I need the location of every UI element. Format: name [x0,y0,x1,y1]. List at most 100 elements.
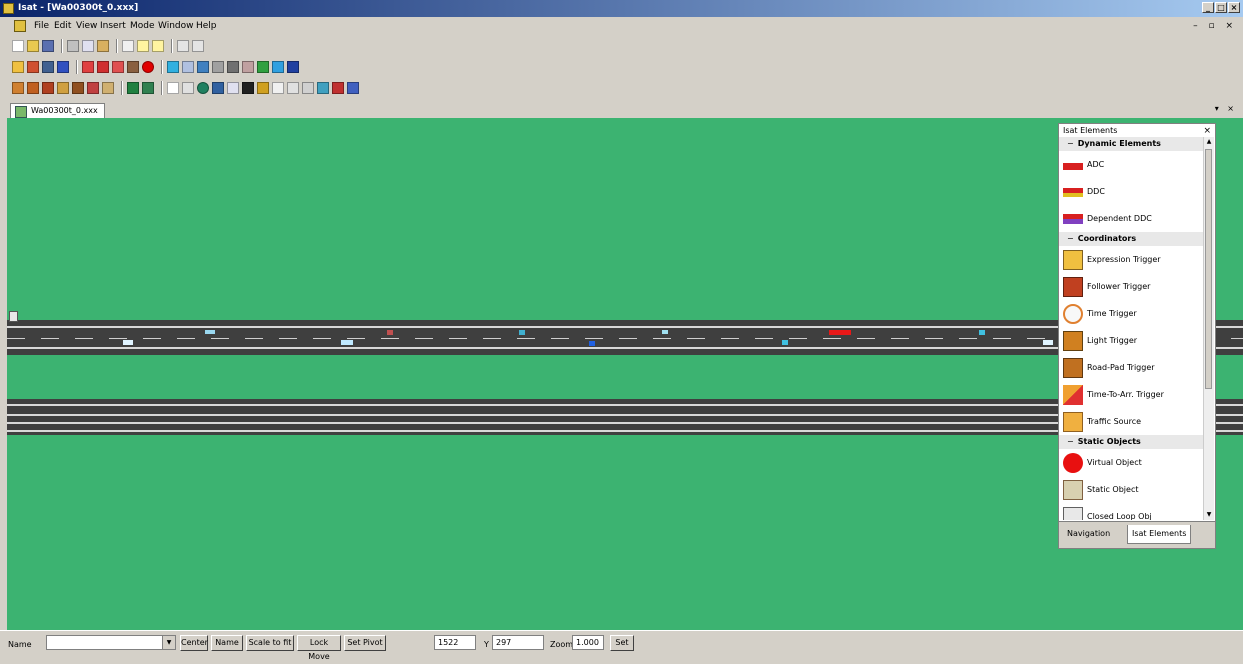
check-icon[interactable] [332,82,344,94]
vehicle[interactable] [387,330,393,335]
panel-close-button[interactable]: × [1203,126,1211,136]
road-marker[interactable] [9,311,18,322]
section-static-objects[interactable]: − Static Objects [1059,435,1205,449]
redo-icon[interactable] [192,40,204,52]
triangle-icon[interactable] [272,82,284,94]
vehicle[interactable] [662,330,668,334]
element-virtual-object[interactable]: Virtual Object [1059,449,1205,476]
help-icon[interactable] [137,40,149,52]
vehicle[interactable] [782,340,788,345]
chart-icon[interactable] [257,61,269,73]
menu-edit[interactable]: Edit [54,18,71,34]
draw-road-icon[interactable] [12,61,24,73]
car-group-icon[interactable] [97,61,109,73]
document-tab[interactable]: Wa00300t_0.xxx [10,103,105,118]
print-icon[interactable] [122,40,134,52]
cut-icon[interactable] [67,40,79,52]
element-time-to-arrival-trigger[interactable]: Time-To-Arr. Trigger [1059,381,1205,408]
element-light-trigger[interactable]: Light Trigger [1059,327,1205,354]
element-3-icon[interactable] [42,82,54,94]
copy-icon[interactable] [82,40,94,52]
settings-icon[interactable] [347,82,359,94]
tab-navigation[interactable]: Navigation [1063,525,1114,543]
y-coordinate-field[interactable]: 297 [492,635,544,650]
new-file-icon[interactable] [12,40,24,52]
move-icon[interactable] [182,82,194,94]
menu-insert[interactable]: Insert [100,18,126,34]
vehicle[interactable] [589,341,595,346]
close-button[interactable]: × [1228,2,1240,13]
element-dependent-ddc[interactable]: Dependent DDC [1059,205,1205,232]
vehicle[interactable] [205,330,215,334]
name-combobox[interactable]: ▼ [46,635,176,650]
scroll-thumb[interactable] [1205,149,1212,389]
lasso-icon[interactable] [287,82,299,94]
object-icon[interactable] [127,61,139,73]
vehicle[interactable] [1043,340,1053,345]
tab-isat-elements[interactable]: Isat Elements [1127,525,1192,544]
zoom-field[interactable]: 1.000 [572,635,604,650]
open-folder-icon[interactable] [27,40,39,52]
element-6-icon[interactable] [87,82,99,94]
chevron-down-icon[interactable]: ▼ [162,636,175,649]
tree-icon[interactable] [142,82,154,94]
element-4-icon[interactable] [57,82,69,94]
monitor-icon[interactable] [197,61,209,73]
vehicle[interactable] [123,340,133,345]
minimize-button[interactable]: _ [1202,2,1214,13]
terrain-icon[interactable] [127,82,139,94]
globe-icon[interactable] [197,82,209,94]
frame-icon[interactable] [212,82,224,94]
element-traffic-source[interactable]: Traffic Source [1059,408,1205,435]
undo-icon[interactable] [177,40,189,52]
name-button[interactable]: Name [211,635,243,651]
x-coordinate-field[interactable]: 1522 [434,635,476,650]
ego-vehicle[interactable] [829,330,851,335]
element-1-icon[interactable] [12,82,24,94]
element-time-trigger[interactable]: Time Trigger [1059,300,1205,327]
car-icon[interactable] [82,61,94,73]
tab-controls[interactable]: ▾ × [1215,104,1237,113]
mdi-controls[interactable]: – ▫ × [1193,18,1237,34]
scroll-down-icon[interactable]: ▼ [1204,510,1214,520]
set-pivot-button[interactable]: Set Pivot [344,635,386,651]
scroll-up-icon[interactable]: ▲ [1204,137,1214,147]
section-dynamic-elements[interactable]: − Dynamic Elements [1059,137,1205,151]
vehicle[interactable] [341,340,353,345]
context-help-icon[interactable] [152,40,164,52]
lock-move-button[interactable]: Lock Move [297,635,341,661]
select-arrow-icon[interactable] [167,82,179,94]
path-icon[interactable] [242,61,254,73]
target-icon[interactable] [227,82,239,94]
layers-icon[interactable] [287,61,299,73]
menu-view[interactable]: View [76,18,97,34]
vehicle[interactable] [519,330,525,335]
view-icon[interactable] [167,61,179,73]
road-tool-icon[interactable] [27,61,39,73]
connect-icon[interactable] [317,82,329,94]
panel-scrollbar[interactable]: ▲ ▼ [1203,137,1214,520]
menu-window[interactable]: Window [158,18,194,34]
element-2-icon[interactable] [27,82,39,94]
square-icon[interactable] [242,82,254,94]
center-button[interactable]: Center [180,635,208,651]
record-icon[interactable] [142,61,154,73]
element-5-icon[interactable] [72,82,84,94]
element-follower-trigger[interactable]: Follower Trigger [1059,273,1205,300]
route-icon[interactable] [302,82,314,94]
pin-icon[interactable] [227,61,239,73]
vehicle[interactable] [979,330,985,335]
section-coordinators[interactable]: − Coordinators [1059,232,1205,246]
element-closed-loop-object[interactable]: Closed Loop Obj [1059,503,1205,520]
element-ddc[interactable]: DDC [1059,178,1205,205]
scale-to-fit-button[interactable]: Scale to fit [246,635,294,651]
color-icon[interactable] [272,61,284,73]
people-icon[interactable] [257,82,269,94]
play-icon[interactable] [57,61,69,73]
maximize-button[interactable]: □ [1215,2,1227,13]
element-static-object[interactable]: Static Object [1059,476,1205,503]
save-icon[interactable] [42,40,54,52]
intersection-icon[interactable] [42,61,54,73]
menu-help[interactable]: Help [196,18,217,34]
element-road-pad-trigger[interactable]: Road-Pad Trigger [1059,354,1205,381]
